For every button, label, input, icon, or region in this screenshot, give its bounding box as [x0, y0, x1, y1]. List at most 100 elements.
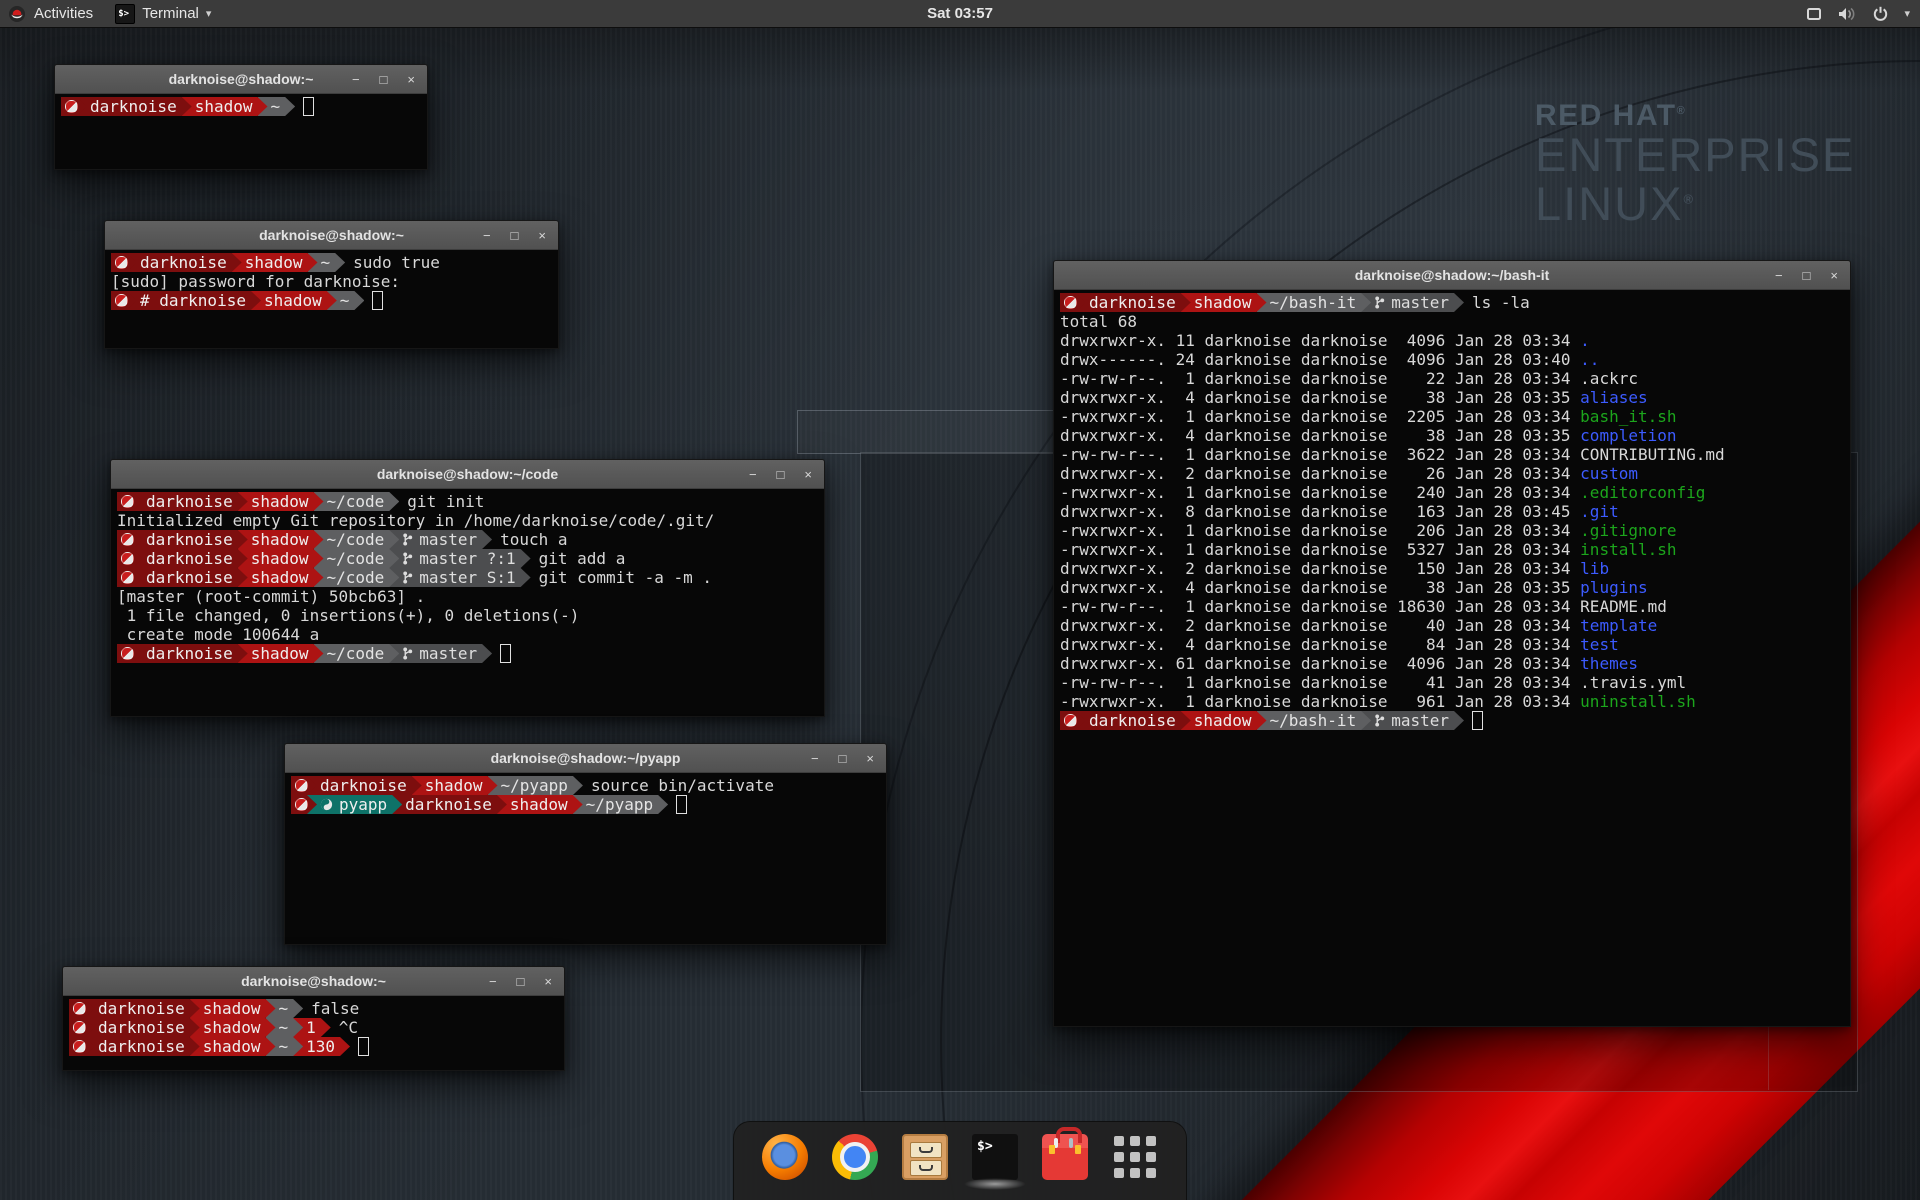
file-name: .gitignore — [1580, 521, 1676, 540]
window-title: darknoise@shadow:~ — [259, 227, 404, 243]
terminal-line: drwxrwxr-x. 61 darknoise darknoise 4096 … — [1060, 654, 1844, 673]
python-venv-icon — [320, 798, 333, 811]
window-titlebar[interactable]: darknoise@shadow:~ − □ × — [105, 221, 558, 250]
window-title: darknoise@shadow:~/code — [377, 466, 558, 482]
terminal-window-bashit[interactable]: darknoise@shadow:~/bash-it−□×darknoisesh… — [1053, 260, 1851, 1027]
close-button[interactable]: × — [866, 752, 874, 765]
terminal-window-home-small[interactable]: darknoise@shadow:~−□×darknoiseshadow~ — [54, 64, 428, 170]
terminal-line: [sudo] password for darknoise: — [111, 272, 552, 291]
terminal-line: -rwxrwxr-x. 1 darknoise darknoise 240 Ja… — [1060, 483, 1844, 502]
activities-button[interactable]: Activities — [0, 5, 93, 23]
close-button[interactable]: × — [1830, 269, 1838, 282]
prompt-segment: # darknoise — [127, 291, 261, 310]
window-titlebar[interactable]: darknoise@shadow:~−□× — [63, 967, 564, 996]
terminal-line: # darknoiseshadow~ — [111, 291, 552, 310]
terminal-window-sudo[interactable]: darknoise@shadow:~ − □ × darknoiseshadow~sud… — [104, 220, 559, 349]
close-button[interactable]: × — [804, 468, 812, 481]
maximize-button[interactable]: □ — [380, 73, 388, 86]
prompt-segment: pyapp — [307, 795, 402, 814]
window-titlebar[interactable]: darknoise@shadow:~/code − □ × — [111, 460, 824, 489]
terminal-window-pyapp[interactable]: darknoise@shadow:~/pyapp−□×darknoiseshad… — [284, 743, 887, 945]
file-name: plugins — [1580, 578, 1647, 597]
terminal-line: -rw-rw-r--. 1 darknoise darknoise 18630 … — [1060, 597, 1844, 616]
terminal-body[interactable]: darknoiseshadow~/bash-itmasterls -latota… — [1054, 290, 1850, 733]
app-menu-terminal[interactable]: $> Terminal ▾ — [115, 4, 211, 24]
window-titlebar[interactable]: darknoise@shadow:~−□× — [55, 65, 427, 94]
app-grid-icon[interactable] — [1112, 1134, 1158, 1180]
terminal-body[interactable]: darknoiseshadow~ — [55, 94, 427, 119]
close-button[interactable]: × — [544, 975, 552, 988]
command-text: sudo true — [353, 253, 440, 272]
dock: $> — [733, 1121, 1187, 1200]
terminal-app-icon: $> — [115, 4, 135, 24]
file-name: uninstall.sh — [1580, 692, 1696, 711]
maximize-button[interactable]: □ — [1803, 269, 1811, 282]
prompt-segment: shadow — [412, 776, 498, 795]
redhat-prompt-icon — [295, 798, 308, 811]
terminal-body[interactable]: darknoiseshadow~/codegit initInitialized… — [111, 489, 824, 666]
terminal-body[interactable]: darknoiseshadow~/pyappsource bin/activat… — [285, 773, 886, 817]
terminal-line: drwxrwxr-x. 4 darknoise darknoise 38 Jan… — [1060, 388, 1844, 407]
command-text: ^C — [339, 1018, 358, 1037]
tool — [1069, 1138, 1073, 1148]
maximize-button[interactable]: □ — [517, 975, 525, 988]
minimize-button[interactable]: − — [749, 468, 757, 481]
terminal-cursor — [1472, 711, 1483, 730]
window-titlebar[interactable]: darknoise@shadow:~/pyapp−□× — [285, 744, 886, 773]
redhat-prompt-icon — [115, 294, 128, 307]
terminal-line: darknoiseshadow~/bash-itmaster — [1060, 711, 1844, 730]
clock[interactable]: Sat 03:57 — [927, 5, 993, 22]
clasp — [1075, 1145, 1081, 1154]
git-branch-icon — [402, 570, 413, 585]
window-controls: − □ × — [811, 744, 874, 772]
file-manager-icon[interactable] — [902, 1134, 948, 1180]
terminal-line: darknoiseshadow~false — [69, 999, 558, 1018]
prompt-segment: ~/code — [314, 549, 400, 568]
minimize-button[interactable]: − — [352, 73, 360, 86]
close-button[interactable]: × — [538, 229, 546, 242]
file-name: bash_it.sh — [1580, 407, 1676, 426]
terminal-line: -rwxrwxr-x. 1 darknoise darknoise 961 Ja… — [1060, 692, 1844, 711]
close-button[interactable]: × — [407, 73, 415, 86]
terminal-window-exitcodes[interactable]: darknoise@shadow:~−□×darknoiseshadow~fal… — [62, 966, 565, 1071]
maximize-button[interactable]: □ — [511, 229, 519, 242]
window-controls: − □ × — [749, 460, 812, 488]
terminal-line: drwxrwxr-x. 2 darknoise darknoise 150 Ja… — [1060, 559, 1844, 578]
minimize-button[interactable]: − — [811, 752, 819, 765]
command-text: git commit -a -m . — [539, 568, 712, 587]
file-name: template — [1580, 616, 1657, 635]
chrome-icon[interactable] — [832, 1134, 878, 1180]
file-name: CONTRIBUTING.md — [1580, 445, 1725, 464]
maximize-button[interactable]: □ — [839, 752, 847, 765]
terminal-window-code[interactable]: darknoise@shadow:~/code−□×darknoiseshado… — [110, 459, 825, 717]
prompt-segment: darknoise — [1076, 293, 1191, 312]
minimize-button[interactable]: − — [489, 975, 497, 988]
terminal-body[interactable]: darknoiseshadow~falsedarknoiseshadow~1^C… — [63, 996, 564, 1059]
terminal-cursor — [372, 291, 383, 310]
file-name: themes — [1580, 654, 1638, 673]
terminal-line: drwx------. 24 darknoise darknoise 4096 … — [1060, 350, 1844, 369]
running-indicator — [964, 1178, 1026, 1190]
maximize-button[interactable]: □ — [777, 468, 785, 481]
terminal-body[interactable]: darknoiseshadow~sudo true[sudo] password… — [105, 250, 558, 313]
drawer — [910, 1160, 942, 1176]
terminal-line: drwxrwxr-x. 8 darknoise darknoise 163 Ja… — [1060, 502, 1844, 521]
rhel-brand-logo: RED HAT® ENTERPRISE LINUX® — [1535, 100, 1855, 229]
prompt-segment: darknoise — [85, 1037, 200, 1056]
volume-icon — [1838, 7, 1857, 21]
prompt-segment: master — [389, 644, 492, 663]
redhat-prompt-icon — [1064, 296, 1077, 309]
terminal-line: -rwxrwxr-x. 1 darknoise darknoise 206 Ja… — [1060, 521, 1844, 540]
prompt-segment: ~/pyapp — [488, 776, 583, 795]
prompt-segment: shadow — [1181, 293, 1267, 312]
minimize-button[interactable]: − — [483, 229, 491, 242]
toolbox-icon[interactable] — [1042, 1134, 1088, 1180]
system-status-area[interactable]: ▾ — [1806, 6, 1910, 21]
terminal-icon[interactable]: $> — [972, 1134, 1018, 1180]
redhat-prompt-icon — [121, 552, 134, 565]
terminal-line: [master (root-commit) 50bcb63] . — [117, 587, 818, 606]
window-titlebar[interactable]: darknoise@shadow:~/bash-it−□× — [1054, 261, 1850, 290]
firefox-icon[interactable] — [762, 1134, 808, 1180]
minimize-button[interactable]: − — [1775, 269, 1783, 282]
command-text: git init — [407, 492, 484, 511]
